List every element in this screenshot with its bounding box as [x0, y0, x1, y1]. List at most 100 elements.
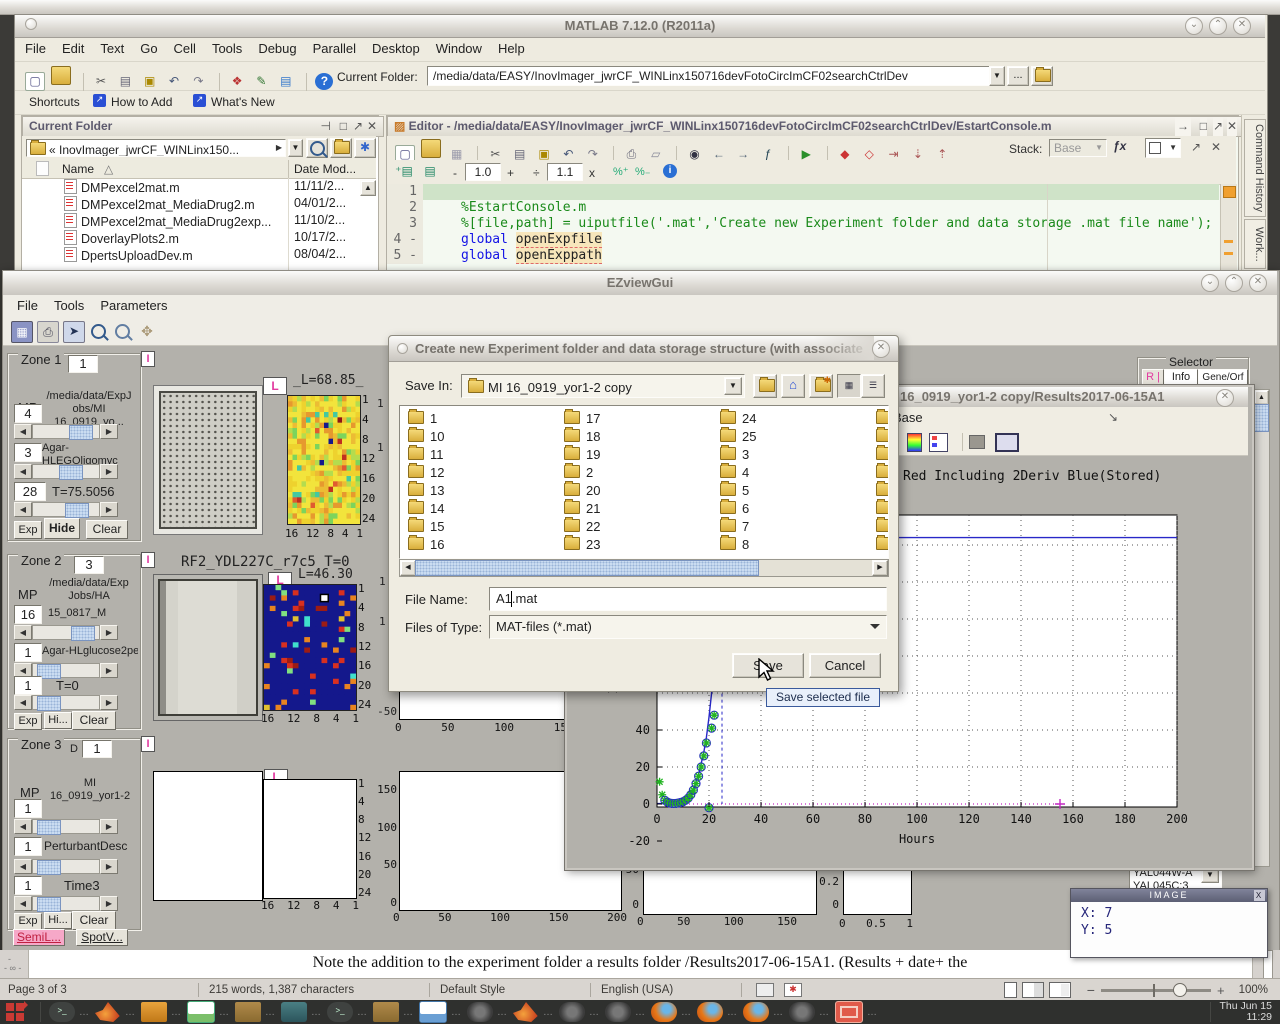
folder-item[interactable]: 4	[720, 464, 870, 482]
zone1-index-field[interactable]: 1	[68, 355, 98, 373]
folder-item[interactable]: 16	[408, 536, 558, 554]
undock-icon[interactable]: ↗	[353, 117, 363, 136]
folder-name[interactable]: 7	[742, 519, 749, 534]
folder-item[interactable]: 7	[720, 518, 870, 536]
maximize-button[interactable]: ⌃	[1209, 17, 1227, 35]
legend-icon[interactable]	[929, 433, 948, 452]
workspace-switcher-icon[interactable]	[4, 1001, 34, 1023]
fx-indicator-icon[interactable]: ƒx	[1113, 139, 1126, 153]
current-folder-panel-title[interactable]: Current Folder ⊣ □ ↗ ✕	[22, 116, 384, 137]
current-folder-path-input[interactable]: /media/data/EASY/InovImager_jwrCF_WINLin…	[427, 66, 996, 86]
brush-icon[interactable]	[969, 435, 985, 449]
language-selector[interactable]: English (USA)	[601, 984, 741, 996]
path-dropdown-icon[interactable]: ▼	[989, 66, 1005, 86]
zone3-slider-3[interactable]: ◀▶	[14, 896, 118, 911]
folder-name[interactable]: 11	[430, 447, 444, 462]
folder-item[interactable]: 14	[408, 500, 558, 518]
zoom-slider[interactable]	[1101, 989, 1211, 992]
save-in-dropdown[interactable]: MI 16_0919_yor1-2 copy ▼	[461, 374, 745, 398]
folder-name[interactable]: 19	[586, 447, 600, 462]
shortcut-whats-new[interactable]: What's New	[211, 95, 275, 109]
close-panel-icon[interactable]: ✕	[1227, 117, 1237, 136]
folder-name[interactable]: 10	[430, 429, 444, 444]
close-panel-icon[interactable]: ✕	[367, 117, 377, 136]
taskbar-icon-firefox[interactable]	[743, 1002, 769, 1022]
list-view-toggle[interactable]: ☰	[861, 374, 885, 398]
close-button[interactable]: ✕	[1216, 389, 1234, 407]
zoom-in-icon[interactable]: +	[1217, 983, 1225, 998]
file-name[interactable]: DMPexcel2mat_MediaDrug2exp...	[81, 215, 271, 229]
file-row[interactable]: DMPexcel2mat_MediaDrug2exp...11/10/2...	[22, 212, 376, 229]
taskbar-icon-terminal[interactable]: >_	[49, 1002, 75, 1022]
divide-label[interactable]: ÷	[533, 166, 540, 180]
close-icon[interactable]: X	[1254, 890, 1265, 901]
folder-item-clipped[interactable]	[876, 446, 889, 464]
zone1-mp-field[interactable]: 4	[14, 404, 42, 423]
whatsnew-icon[interactable]: ↗	[193, 94, 206, 107]
zone1-l-button[interactable]: L	[263, 377, 287, 395]
folder-name[interactable]: 5	[742, 483, 749, 498]
folder-item[interactable]: 18	[564, 428, 714, 446]
zone1-hide-button[interactable]: Hide	[44, 518, 80, 539]
taskbar-icon-matlab[interactable]	[513, 1002, 539, 1022]
dropdown-arrow-icon[interactable]: ▼	[724, 377, 742, 395]
file-name-input[interactable]: A1.mat	[489, 587, 887, 611]
folder-item[interactable]: 6	[720, 500, 870, 518]
browse-folder-button[interactable]: ...	[1007, 66, 1029, 86]
cell-value-1-input[interactable]: 1.0	[465, 163, 501, 181]
file-name[interactable]: DpertsUploadDev.m	[81, 249, 193, 263]
howtoadd-icon[interactable]: ↗	[93, 94, 106, 107]
insert-image-icon[interactable]	[995, 433, 1019, 452]
paragraph-style[interactable]: Default Style	[440, 984, 590, 996]
folder-name[interactable]: 24	[742, 411, 756, 426]
file-row[interactable]: DMPexcel2mat_MediaDrug2.m04/01/2...	[22, 195, 376, 212]
scroll-up-icon[interactable]: ▲	[1254, 390, 1269, 405]
taskbar-icon-calc[interactable]	[187, 1001, 215, 1023]
zone1-i-button[interactable]: I	[141, 351, 155, 367]
folder-list[interactable]: 110111213141516 171819220212223 24253456…	[399, 405, 889, 559]
file-name[interactable]: DoverlayPlots2.m	[81, 232, 179, 246]
folder-name[interactable]: 25	[742, 429, 756, 444]
taskbar-icon-firefox[interactable]	[697, 1002, 723, 1022]
menu-item-parameters[interactable]: Parameters	[100, 298, 167, 313]
spotview-button[interactable]: SpotV...	[76, 929, 128, 946]
close-editor-icon[interactable]: ✕	[1211, 140, 1221, 154]
menu-item-debug[interactable]: Debug	[258, 41, 296, 56]
scroll-left-icon[interactable]: ◀	[400, 560, 416, 576]
menu-item-text[interactable]: Text	[100, 41, 124, 56]
folder-item-clipped[interactable]	[876, 518, 889, 536]
folder-item-clipped[interactable]	[876, 500, 889, 518]
folder-name[interactable]: 15	[430, 519, 444, 534]
scrollbar-thumb[interactable]	[415, 560, 759, 576]
folder-name[interactable]: 16	[430, 537, 444, 552]
file-row[interactable]: DoverlayPlots2.m10/17/2...	[22, 229, 376, 246]
percent-minus-icon[interactable]: %₋	[635, 165, 651, 178]
file-row[interactable]: DpertsUploadDev.m08/04/2...	[22, 246, 376, 263]
up-one-level-icon[interactable]	[330, 138, 352, 158]
line-number[interactable]: 1	[387, 184, 423, 200]
menu-item-parallel[interactable]: Parallel	[313, 41, 356, 56]
document-text[interactable]: Note the addition to the experiment fold…	[28, 950, 1252, 978]
zoom-out-icon[interactable]: −	[1087, 982, 1095, 998]
pan-icon[interactable]: ✥	[137, 321, 157, 341]
taskbar-icon-dot[interactable]	[605, 1002, 631, 1022]
zone2-slider-1[interactable]: ◀▶	[14, 625, 118, 640]
zoom-slider-thumb[interactable]	[1173, 983, 1187, 997]
zone3-exp-button[interactable]: Exp	[14, 913, 42, 930]
zone2-hide-button[interactable]: Hi...	[44, 712, 72, 729]
simulink-icon[interactable]: ❖	[228, 73, 246, 90]
clock[interactable]: Thu Jun 15 11:29	[1219, 1001, 1272, 1023]
breadcrumb-dropdown-icon[interactable]: ▼	[288, 139, 303, 157]
folder-item[interactable]: 23	[564, 536, 714, 554]
zone1-field3[interactable]: 28	[14, 482, 46, 501]
zone1-slider-3[interactable]: ◀▶	[14, 502, 118, 517]
close-button[interactable]: ✕	[1233, 17, 1251, 35]
zone3-mp-field[interactable]: 1	[14, 799, 42, 818]
empty-plot-zone3-right[interactable]	[263, 779, 357, 899]
dialog-titlebar[interactable]: Create new Experiment folder and data st…	[389, 336, 898, 362]
ezview-titlebar[interactable]: EZviewGui ⌄ ⌃ ✕	[3, 271, 1277, 296]
menu-item-help[interactable]: Help	[498, 41, 525, 56]
colorbar-icon[interactable]	[907, 433, 922, 452]
percent-plus-icon[interactable]: %⁺	[613, 165, 629, 178]
file-name[interactable]: DMPexcel2mat_MediaDrug2.m	[81, 198, 255, 212]
